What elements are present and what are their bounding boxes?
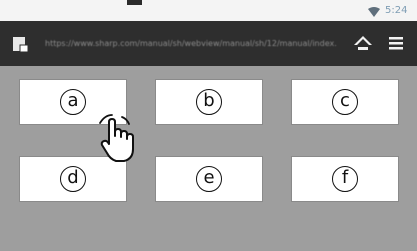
option-label-d: d xyxy=(60,166,86,192)
status-time: 5:24 xyxy=(385,5,408,16)
url-text[interactable]: https://www.sharp.com/manual/sh/webview/… xyxy=(45,37,337,51)
option-button-b[interactable]: b xyxy=(155,79,263,125)
option-label-a: a xyxy=(60,89,86,115)
home-icon[interactable] xyxy=(352,33,374,53)
option-button-f[interactable]: f xyxy=(291,156,399,202)
browser-url-bar: https://www.sharp.com/manual/sh/webview/… xyxy=(0,21,417,66)
option-button-c[interactable]: c xyxy=(291,79,399,125)
option-label-e: e xyxy=(196,166,222,192)
status-bar: 5:24 xyxy=(0,0,417,21)
option-label-b: b xyxy=(196,89,222,115)
button-grid: a b c d e f xyxy=(19,79,399,209)
option-label-c: c xyxy=(332,89,358,115)
option-button-e[interactable]: e xyxy=(155,156,263,202)
wifi-icon xyxy=(368,7,380,17)
notification-indicator xyxy=(127,0,142,5)
option-label-f: f xyxy=(332,166,358,192)
page-icon[interactable] xyxy=(12,35,30,53)
menu-icon[interactable] xyxy=(388,35,404,51)
tap-hand-icon xyxy=(99,114,134,162)
